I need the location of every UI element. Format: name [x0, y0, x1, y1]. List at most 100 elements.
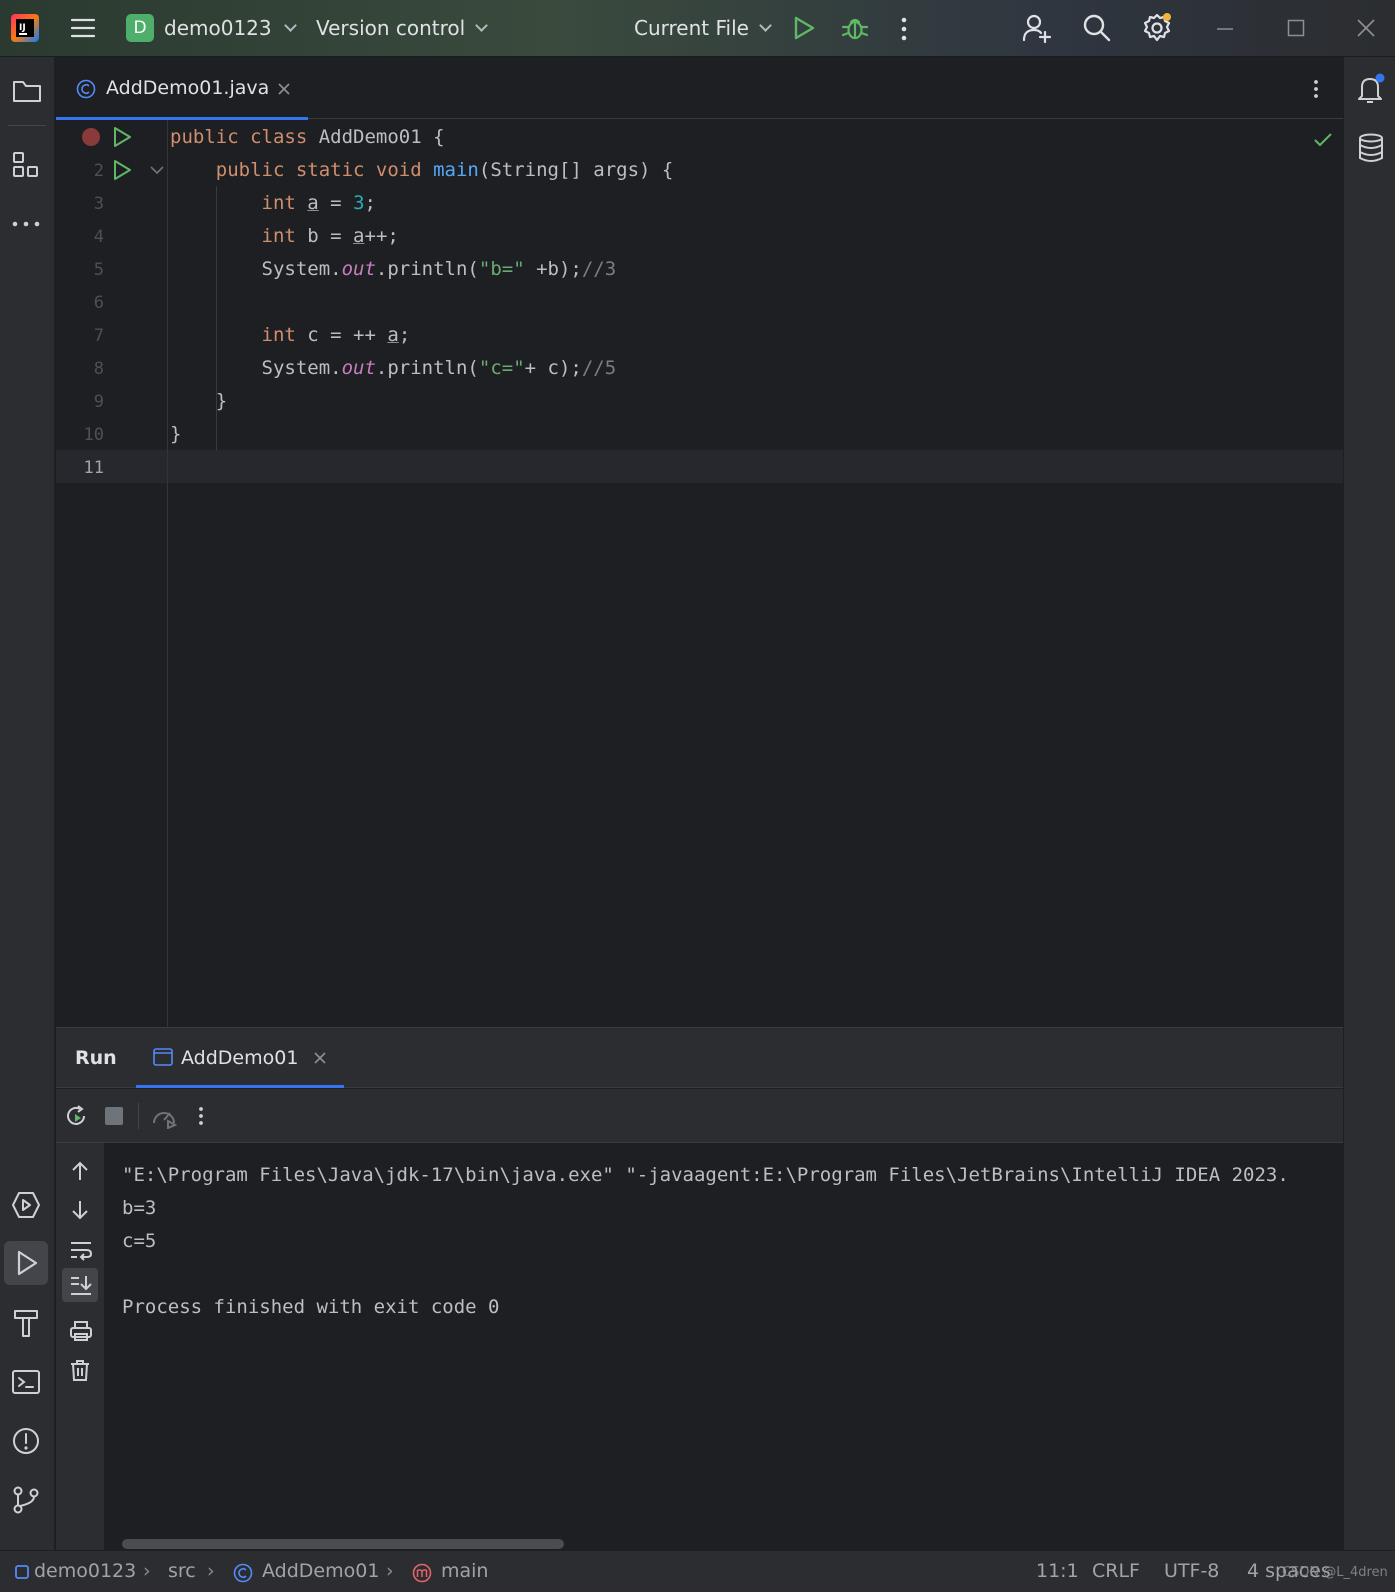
line-number: 10 — [83, 425, 104, 445]
run-icon[interactable] — [792, 15, 816, 41]
caret-row-highlight — [56, 450, 1343, 483]
settings-icon[interactable] — [1141, 12, 1173, 44]
code-token: public class — [170, 126, 319, 148]
intellij-logo-icon[interactable]: IJ — [10, 12, 40, 44]
chevron-down-icon — [475, 18, 489, 32]
line-number: 2 — [93, 161, 104, 181]
project-name: demo0123 — [164, 16, 272, 40]
code-line: int c = ++ a; — [170, 319, 411, 352]
code-token: out — [341, 258, 376, 280]
run-config-selector[interactable]: Current File — [634, 12, 772, 44]
java-class-icon — [233, 1563, 253, 1583]
project-badge: D — [126, 14, 154, 42]
fold-chevron-icon[interactable] — [150, 166, 164, 175]
main-menu-icon[interactable] — [70, 16, 96, 40]
code-line: public static void main(String[] args) { — [170, 154, 674, 187]
run-class-gutter-icon[interactable] — [112, 126, 132, 148]
database-icon[interactable] — [1357, 133, 1385, 163]
add-user-icon[interactable] — [1022, 13, 1052, 43]
close-run-tab-icon[interactable] — [314, 1052, 326, 1064]
right-tool-strip — [1343, 57, 1395, 1550]
code-token: a — [307, 192, 319, 214]
line-separator[interactable]: CRLF — [1092, 1560, 1140, 1582]
run-tab-label: AddDemo01 — [181, 1047, 299, 1069]
file-encoding[interactable]: UTF-8 — [1164, 1560, 1219, 1582]
breadcrumb-project[interactable]: demo0123 — [34, 1560, 136, 1582]
services-icon[interactable] — [11, 1190, 41, 1220]
code-line: System.out.println("c="+ c);//5 — [170, 352, 617, 385]
status-bar: demo0123 › src › AddDemo01 › main 11:1 C… — [0, 1550, 1395, 1592]
title-bar: IJ D demo0123 Version control Current Fi… — [0, 0, 1395, 57]
arrow-up-icon[interactable] — [70, 1160, 90, 1182]
breadcrumb-src[interactable]: src — [168, 1560, 196, 1582]
strip-divider — [8, 125, 46, 126]
terminal-icon[interactable] — [11, 1368, 41, 1396]
code-token: //5 — [581, 357, 617, 379]
code-token: int — [261, 225, 308, 247]
line-number: 8 — [93, 359, 104, 379]
inspection-ok-icon[interactable] — [1313, 132, 1333, 148]
project-folder-icon[interactable] — [12, 78, 42, 104]
run-tab-indicator — [136, 1085, 344, 1088]
close-tab-icon[interactable] — [278, 83, 290, 95]
run-main-gutter-icon[interactable] — [112, 159, 132, 181]
editor-tab-active[interactable]: AddDemo01.java — [56, 57, 308, 120]
horizontal-scrollbar[interactable] — [122, 1539, 564, 1549]
code-token: (String[] args) { — [478, 159, 674, 181]
caret-position[interactable]: 11:1 — [1036, 1560, 1079, 1582]
git-branch-icon[interactable] — [11, 1485, 41, 1515]
breakpoint-icon[interactable] — [81, 127, 101, 147]
console-line: Process finished with exit code 0 — [122, 1296, 500, 1318]
more-tools-icon[interactable] — [12, 220, 40, 228]
more-actions-icon[interactable] — [900, 16, 908, 42]
chevron-down-icon — [759, 18, 772, 32]
code-token: a — [353, 225, 365, 247]
stop-icon[interactable] — [105, 1107, 123, 1125]
breadcrumb-separator: › — [207, 1560, 215, 1582]
line-number: 6 — [93, 293, 104, 313]
svg-text:IJ: IJ — [19, 23, 26, 33]
console-line: b=3 — [122, 1197, 157, 1219]
code-token: = — [318, 192, 354, 214]
clear-trash-icon[interactable] — [70, 1359, 90, 1381]
version-control-menu[interactable]: Version control — [316, 12, 489, 44]
maximize-icon[interactable] — [1287, 19, 1305, 37]
run-config-label: Current File — [634, 16, 749, 40]
code-editor[interactable]: public class AddDemo01 { public static v… — [56, 120, 1343, 1027]
print-icon[interactable] — [69, 1320, 93, 1342]
close-window-icon[interactable] — [1357, 19, 1375, 37]
arrow-down-icon[interactable] — [70, 1199, 90, 1221]
project-selector[interactable]: D demo0123 — [126, 12, 297, 44]
run-panel: Run AddDemo01 "E:\Program Files\Java\jdk… — [56, 1027, 1343, 1551]
problems-icon[interactable] — [11, 1426, 41, 1456]
code-token: b = — [307, 225, 354, 247]
rerun-icon[interactable] — [64, 1104, 88, 1128]
notifications-icon[interactable] — [1356, 73, 1386, 105]
chevron-down-icon — [283, 18, 297, 32]
minimize-icon[interactable] — [1216, 27, 1234, 31]
run-tool-button[interactable] — [4, 1241, 48, 1285]
breadcrumb-method[interactable]: main — [441, 1560, 488, 1582]
editor-tab-bar: AddDemo01.java — [56, 57, 1343, 120]
profiler-icon[interactable] — [151, 1105, 177, 1129]
structure-icon[interactable] — [12, 151, 40, 179]
build-hammer-icon[interactable] — [12, 1308, 40, 1338]
search-icon[interactable] — [1082, 13, 1112, 43]
line-number: 3 — [93, 194, 104, 214]
breadcrumb-class[interactable]: AddDemo01 — [262, 1560, 379, 1582]
console-line: c=5 — [122, 1230, 157, 1252]
code-token: ; — [364, 192, 376, 214]
editor-gutter — [56, 120, 167, 1027]
code-token: int — [261, 192, 308, 214]
soft-wrap-icon[interactable] — [69, 1239, 93, 1261]
code-token: System. — [170, 357, 342, 379]
scroll-to-end-button[interactable] — [62, 1268, 98, 1302]
run-tab-active[interactable]: AddDemo01 — [136, 1028, 344, 1088]
tab-options-icon[interactable] — [1313, 79, 1319, 99]
run-more-icon[interactable] — [198, 1106, 204, 1126]
debug-icon[interactable] — [841, 13, 869, 43]
code-token: "c=" — [478, 357, 525, 379]
code-token: a — [387, 324, 399, 346]
code-token: } — [170, 423, 182, 445]
